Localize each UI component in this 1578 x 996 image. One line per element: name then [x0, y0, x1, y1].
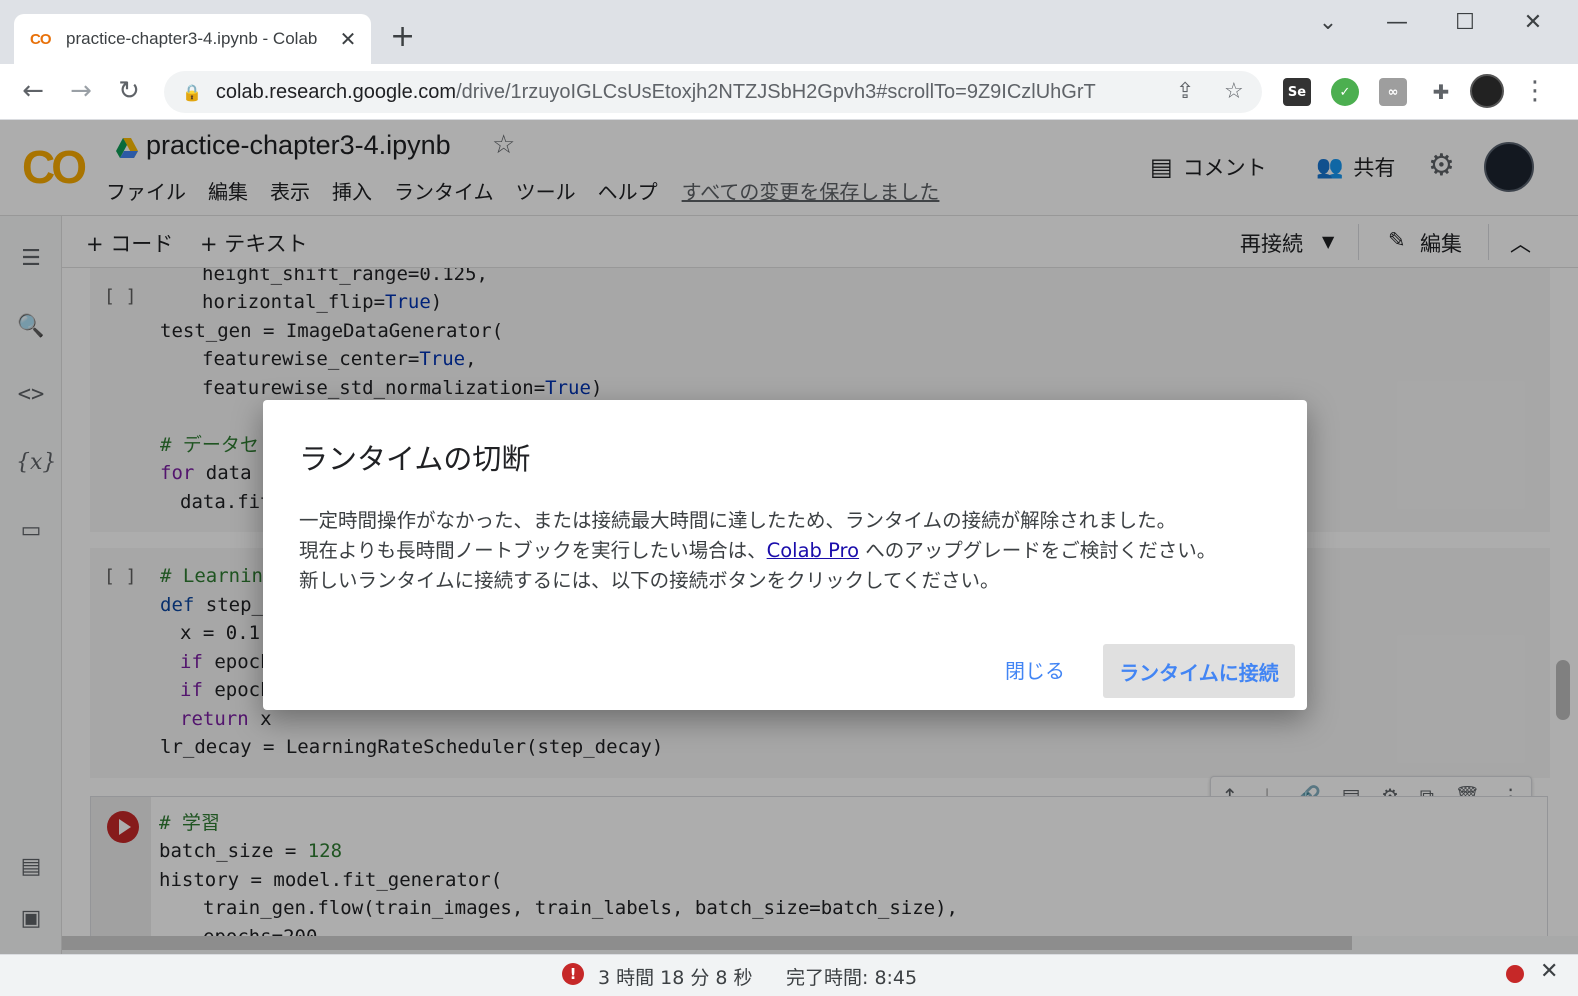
url-text: colab.research.google.com/drive/1rzuyoIG… — [215, 80, 1096, 103]
reload-icon[interactable]: ↻ — [114, 76, 144, 106]
dialog-title: ランタイムの切断 — [299, 442, 531, 476]
status-close-icon[interactable]: ✕ — [1540, 959, 1558, 984]
selenium-extension-icon[interactable]: Se — [1283, 78, 1311, 106]
minimize-icon[interactable]: — — [1382, 10, 1412, 35]
runtime-disconnected-dialog: ランタイムの切断 一定時間操作がなかった、または接続最大時間に達したため、ランタ… — [263, 400, 1307, 710]
colab-favicon-icon: CO — [30, 30, 52, 48]
colab-pro-link[interactable]: Colab Pro — [767, 539, 859, 562]
elapsed-time: 3 時間 18 分 8 秒 — [598, 967, 753, 989]
window-close-icon[interactable]: ✕ — [1518, 10, 1548, 35]
address-bar[interactable]: 🔒 colab.research.google.com/drive/1rzuyo… — [164, 71, 1262, 113]
browser-tab[interactable]: CO practice-chapter3-4.ipynb - Colab ✕ — [14, 14, 371, 64]
tab-title: practice-chapter3-4.ipynb - Colab — [66, 29, 318, 48]
share-page-icon[interactable]: ⇪ — [1176, 79, 1194, 104]
lock-icon: 🔒 — [182, 82, 202, 102]
back-icon[interactable]: ← — [18, 76, 48, 106]
connect-runtime-button[interactable]: ランタイムに接続 — [1103, 644, 1295, 698]
dialog-line-2: 現在よりも長時間ノートブックを実行したい場合は、Colab Pro へのアップグ… — [299, 539, 1217, 562]
dialog-line-3: 新しいランタイムに接続するには、以下の接続ボタンをクリックしてください。 — [299, 569, 1000, 592]
tab-search-icon[interactable]: ⌄ — [1313, 10, 1343, 35]
close-button[interactable]: 閉じる — [1005, 655, 1065, 684]
green-extension-icon[interactable]: ✓ — [1331, 78, 1359, 106]
dialog-message: 一定時間操作がなかった、または接続最大時間に達したため、ランタイムの接続が解除さ… — [299, 506, 1279, 596]
dialog-line-1: 一定時間操作がなかった、または接続最大時間に達したため、ランタイムの接続が解除さ… — [299, 509, 1177, 532]
recording-dot-icon[interactable] — [1506, 965, 1524, 983]
status-bar: ! 3 時間 18 分 8 秒 完了時間: 8:45 ✕ — [0, 954, 1578, 996]
finished-time: 完了時間: 8:45 — [786, 967, 918, 989]
browser-menu-icon[interactable]: ⋮ — [1520, 76, 1550, 106]
forward-icon[interactable]: → — [66, 76, 96, 106]
error-icon[interactable]: ! — [562, 963, 584, 985]
profile-avatar[interactable] — [1470, 74, 1504, 108]
bookmark-star-icon[interactable]: ☆ — [1224, 79, 1244, 104]
infinity-extension-icon[interactable]: ∞ — [1379, 78, 1407, 106]
browser-toolbar: ← → ↻ 🔒 colab.research.google.com/drive/… — [0, 64, 1578, 120]
tab-close-icon[interactable]: ✕ — [337, 27, 359, 51]
new-tab-icon[interactable]: + — [390, 22, 415, 52]
maximize-icon[interactable]: ☐ — [1450, 10, 1480, 35]
browser-tabstrip: CO practice-chapter3-4.ipynb - Colab ✕ +… — [0, 0, 1578, 64]
extensions-puzzle-icon[interactable]: ✚ — [1427, 78, 1455, 106]
